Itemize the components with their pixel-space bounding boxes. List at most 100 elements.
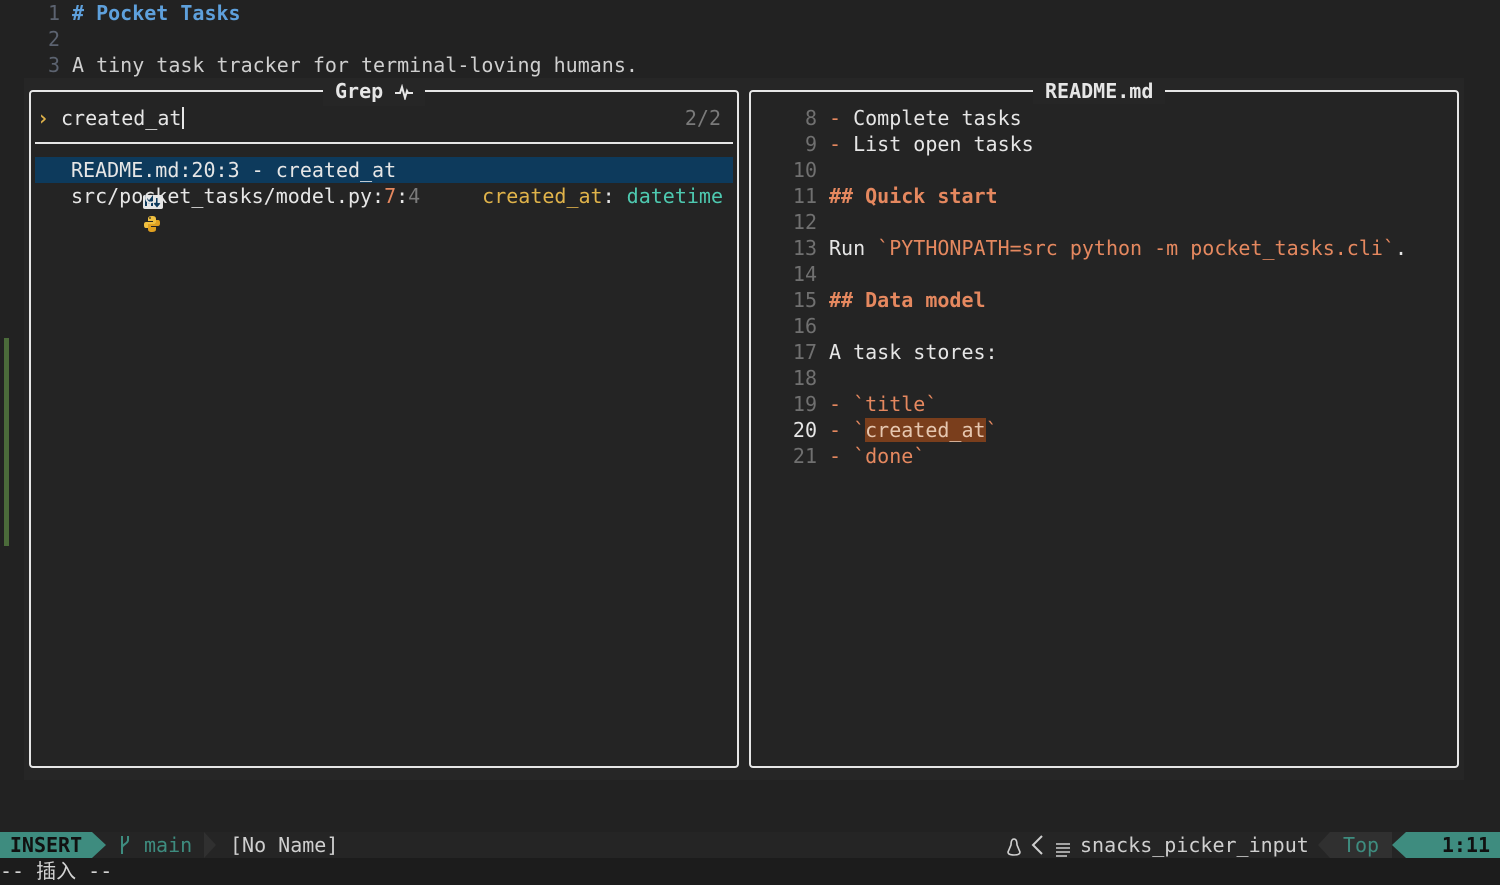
preview-line-text: A task stores:	[829, 339, 998, 365]
preview-prefix: Run	[829, 236, 878, 260]
preview-highlight: created_at	[865, 418, 986, 442]
preview-line: 11 ## Quick start	[751, 183, 1451, 209]
list-bullet: -	[829, 444, 842, 468]
position-sep	[1318, 832, 1330, 858]
preview-line: 13 Run `PYTHONPATH=src python -m pocket_t…	[751, 235, 1451, 261]
result-col: 3	[227, 158, 240, 182]
git-branch: main	[144, 833, 193, 857]
preview-prefix: -	[829, 444, 853, 468]
preview-prefix: -	[829, 392, 853, 416]
text-cursor	[182, 107, 184, 129]
preview-suffix: .	[1394, 236, 1407, 260]
match-type: datetime	[626, 184, 723, 208]
search-row[interactable]: › created_at 2/2	[37, 105, 727, 131]
preview-line-text: ## Quick start	[829, 183, 998, 209]
preview-code: `title`	[853, 392, 938, 416]
preview-line-number: 15	[792, 288, 817, 312]
preview-line-number: 12	[792, 210, 817, 234]
preview-line-text: Run `PYTHONPATH=src python -m pocket_tas…	[829, 235, 1407, 261]
preview-line: 15 ## Data model	[751, 287, 1451, 313]
picker-overlay: Grep › created_at 2/2 README.md:20:3 - c…	[24, 78, 1464, 780]
preview-line-number: 21	[792, 444, 817, 468]
grep-title: Grep	[335, 79, 384, 103]
file-name: [No Name]	[230, 833, 339, 857]
input-divider	[35, 142, 733, 144]
preview-line: 16	[751, 313, 1451, 339]
preview-text: ## Data model	[829, 288, 986, 312]
preview-text: - List open tasks	[829, 132, 1034, 156]
preview-panel: README.md 8 - Complete tasks 9 - List open …	[749, 78, 1459, 768]
preview-line-text: - `created_at`	[829, 417, 998, 443]
buffer-text: A tiny task tracker for terminal-loving …	[72, 53, 638, 77]
pulse-icon	[395, 80, 414, 106]
markdown-icon	[47, 163, 164, 209]
preview-line-number: 10	[792, 158, 817, 182]
preview-line-number: 17	[792, 340, 817, 364]
preview-line: 20- `created_at`	[751, 417, 1451, 443]
preview-line: 14	[751, 261, 1451, 287]
result-line: 20	[191, 158, 216, 182]
line-number: 3	[47, 53, 60, 77]
preview-line: 18	[751, 365, 1451, 391]
preview-line-text: - `title`	[829, 391, 937, 417]
result-sep: :	[396, 184, 409, 208]
buffer-heading: # Pocket Tasks	[72, 1, 241, 25]
preview-title: README.md	[1033, 78, 1166, 104]
preview-tick-close: `	[985, 418, 998, 442]
preview-text: - Complete tasks	[829, 106, 1022, 130]
mode-indicator: INSERT	[0, 832, 92, 858]
prompt-chevron-icon: ›	[37, 106, 50, 130]
preview-line: 12	[751, 209, 1451, 235]
mode-arrow	[92, 832, 106, 858]
preview-line: 21- `done`	[751, 443, 1451, 469]
result-item-selected[interactable]: README.md:20:3 - created_at	[35, 157, 733, 209]
result-item[interactable]: src/pocket_tasks/model.py:7:4 created_at…	[35, 183, 733, 232]
preview-line-text: - Complete tasks	[829, 105, 1022, 131]
result-match: - created_at	[239, 158, 397, 182]
result-sep: :	[215, 158, 228, 182]
preview-line: 17 A task stores:	[751, 339, 1451, 365]
preview-line-number: 16	[792, 314, 817, 338]
preview-code: `PYTHONPATH=src python -m pocket_tasks.c…	[877, 236, 1395, 260]
file-type: snacks_picker_input	[1080, 833, 1309, 857]
preview-text: A task stores:	[829, 340, 998, 364]
preview-line-text: ## Data model	[829, 287, 986, 313]
git-sign-bar	[4, 338, 9, 546]
list-bullet: -	[829, 418, 842, 442]
preview-line-number: 11	[792, 184, 817, 208]
preview-prefix: -	[829, 418, 853, 442]
preview-text: ## Quick start	[829, 184, 998, 208]
line-number: 1	[47, 1, 60, 25]
cursor-sep	[1392, 832, 1406, 858]
preview-line-number: 20	[792, 418, 817, 442]
python-icon	[47, 187, 161, 232]
preview-line: 8 - Complete tasks	[751, 105, 1451, 131]
list-bullet: -	[829, 132, 842, 156]
list-bullet: -	[829, 392, 842, 416]
preview-line-number: 8	[804, 106, 817, 130]
preview-line-number: 18	[792, 366, 817, 390]
match-colon: :	[602, 184, 615, 208]
preview-line-text: - List open tasks	[829, 131, 1034, 157]
command-line[interactable]: -- 插入 --	[0, 858, 1500, 885]
result-file: src/pocket_tasks/model.py	[71, 184, 373, 208]
branch-sep	[204, 832, 216, 858]
preview-line-number: 9	[804, 132, 817, 156]
preview-line-number: 14	[792, 262, 817, 286]
grep-panel: Grep › created_at 2/2 README.md:20:3 - c…	[29, 78, 739, 768]
search-input[interactable]: created_at	[61, 105, 181, 131]
result-text: README.md:20:3 - created_at	[71, 157, 396, 183]
result-col: 4	[408, 184, 421, 208]
statusline: INSERT main [No Name] snacks_picker_inpu…	[0, 832, 1500, 858]
result-match: created_at: datetime	[482, 183, 723, 209]
preview-tick-open: `	[853, 418, 866, 442]
line-number: 2	[47, 27, 60, 51]
preview-line: 19- `title`	[751, 391, 1451, 417]
match-key: created_at	[482, 184, 603, 208]
preview-code: `done`	[853, 444, 926, 468]
scroll-position: Top	[1330, 832, 1392, 858]
list-bullet: -	[829, 106, 842, 130]
result-text: src/pocket_tasks/model.py:7:4	[71, 183, 420, 209]
preview-line-text: - `done`	[829, 443, 925, 469]
result-count: 2/2	[684, 106, 721, 130]
